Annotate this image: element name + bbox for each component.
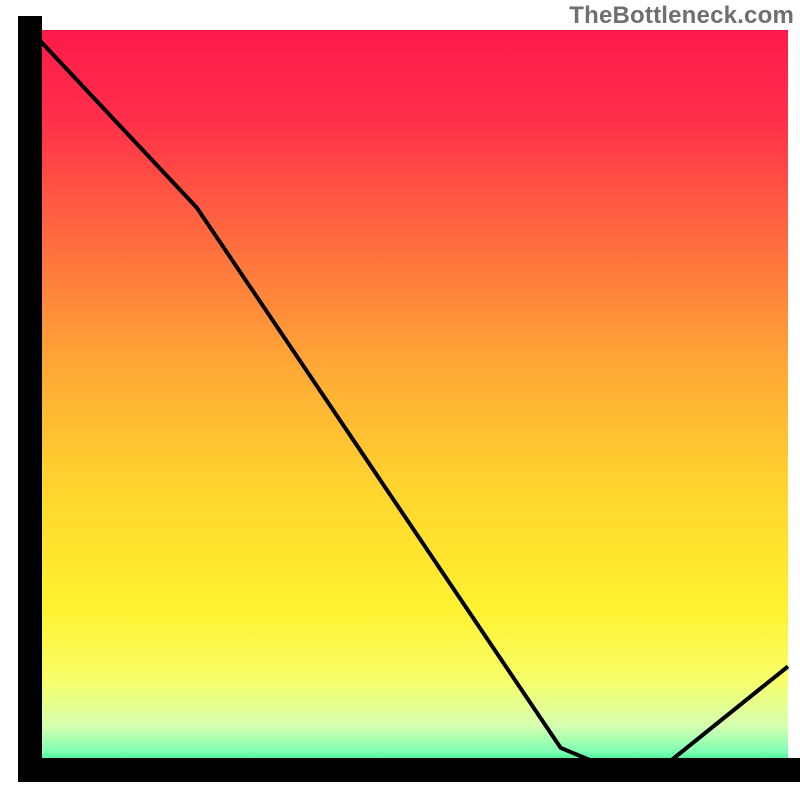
bottleneck-chart: TheBottleneck.com	[0, 0, 800, 800]
gradient-background	[30, 30, 788, 770]
watermark-text: TheBottleneck.com	[569, 2, 794, 30]
chart-canvas	[0, 0, 800, 800]
